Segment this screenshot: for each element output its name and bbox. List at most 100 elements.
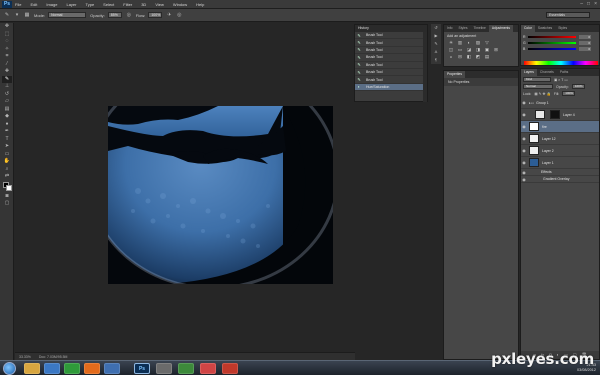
vibrance-icon[interactable]: ▽ [483, 40, 491, 46]
eye-icon[interactable]: ◉ [521, 100, 527, 105]
crop-tool-icon[interactable]: ⌗ [2, 53, 12, 61]
layer-filter-select[interactable]: Kind [523, 77, 551, 82]
red-value[interactable]: 0 [579, 35, 591, 39]
brush-size-dropdown-icon[interactable]: ▾ [14, 12, 20, 18]
history-item[interactable]: ✎ Brush Tool [355, 32, 427, 40]
selective-color-icon[interactable]: ▤ [483, 54, 491, 60]
layer-row[interactable]: ◉ Layer 2 [521, 145, 599, 157]
healing-tool-icon[interactable]: ✚ [2, 68, 12, 76]
blur-tool-icon[interactable]: ◆ [2, 113, 12, 121]
marquee-tool-icon[interactable]: ⬚ [2, 31, 12, 39]
lasso-tool-icon[interactable]: ◌ [2, 38, 12, 46]
brush-panel-icon[interactable]: ✎ [431, 40, 441, 48]
path-selection-tool-icon[interactable]: ➤ [2, 143, 12, 151]
history-panel-title[interactable]: History [355, 25, 427, 32]
actions-panel-icon[interactable]: ▶ [431, 32, 441, 40]
start-button[interactable] [3, 362, 16, 375]
eraser-tool-icon[interactable]: ▱ [2, 98, 12, 106]
history-item[interactable]: ✎ Brush Tool [355, 54, 427, 62]
layer-effect-row[interactable]: ◉ Gradient Overlay [521, 176, 599, 183]
menu-filter[interactable]: Filter [123, 2, 132, 7]
tab-channels[interactable]: Channels [537, 69, 557, 76]
lock-icons[interactable]: ▦ ✎ ✥ 🔒 [534, 92, 550, 96]
minimize-button[interactable]: – [580, 1, 583, 7]
color-swatches[interactable] [2, 181, 12, 193]
blend-mode-select[interactable]: Normal [523, 84, 553, 89]
close-button[interactable]: × [594, 1, 597, 7]
tab-color[interactable]: Color [521, 25, 535, 32]
taskbar-app-7[interactable] [178, 363, 194, 374]
tab-styles[interactable]: Styles [456, 25, 471, 32]
workspace-switcher[interactable]: Essentials [546, 12, 590, 18]
green-value[interactable]: 0 [579, 41, 591, 45]
dodge-tool-icon[interactable]: ● [2, 121, 12, 129]
blue-value[interactable]: 0 [579, 47, 591, 51]
eye-icon[interactable]: ◉ [521, 148, 527, 153]
layer-row[interactable]: ◉ Layer 4 [521, 109, 599, 121]
green-slider[interactable] [528, 42, 576, 44]
posterize-icon[interactable]: ⊟ [456, 54, 464, 60]
color-balance-icon[interactable]: ▭ [456, 47, 464, 53]
levels-icon[interactable]: ▥ [456, 40, 464, 46]
photo-filter-icon[interactable]: ◨ [474, 47, 482, 53]
pressure-size-icon[interactable]: ◎ [176, 12, 182, 18]
filter-icons[interactable]: ▣ ◐ T ▭ [554, 78, 568, 82]
hand-tool-icon[interactable]: ✋ [2, 158, 12, 166]
blue-slider[interactable] [528, 48, 576, 50]
invert-icon[interactable]: ◒ [447, 54, 455, 60]
menu-type[interactable]: Type [86, 2, 95, 7]
history-item-current[interactable]: ◐ Hue/Saturation [355, 83, 427, 92]
pressure-opacity-icon[interactable]: ◎ [126, 12, 132, 18]
paragraph-panel-icon[interactable]: ¶ [431, 56, 441, 64]
history-brush-tool-icon[interactable]: ↺ [2, 91, 12, 99]
shape-tool-icon[interactable]: ▭ [2, 151, 12, 159]
swap-colors-icon[interactable]: ⇄ [2, 173, 12, 181]
airbrush-icon[interactable]: ✈ [166, 12, 172, 18]
taskbar-app-photoshop[interactable]: Ps [134, 363, 150, 374]
clone-stamp-tool-icon[interactable]: ⊥ [2, 83, 12, 91]
flow-field[interactable]: 100% [148, 12, 163, 18]
screen-mode-icon[interactable]: ▢ [2, 200, 12, 208]
black-white-icon[interactable]: ◪ [465, 47, 473, 53]
background-color-swatch[interactable] [6, 184, 12, 191]
taskbar-app-ie[interactable] [44, 363, 60, 374]
layer-opacity-field[interactable]: 100% [571, 84, 585, 89]
menu-edit[interactable]: Edit [30, 2, 37, 7]
history-panel-icon[interactable]: ↺ [431, 24, 441, 32]
eye-icon[interactable]: ◉ [521, 177, 527, 182]
quick-mask-icon[interactable]: ◙ [2, 193, 12, 201]
tab-layers[interactable]: Layers [521, 69, 537, 76]
menu-select[interactable]: Select [103, 2, 114, 7]
tab-properties[interactable]: Properties [444, 71, 466, 78]
taskbar-app-explorer[interactable] [24, 363, 40, 374]
tab-color-styles[interactable]: Styles [555, 25, 570, 32]
brush-tool-icon[interactable]: ✎ [2, 75, 12, 83]
layer-row[interactable]: ◉ Layer 1 [521, 157, 599, 169]
curves-icon[interactable]: ◐ [465, 40, 473, 46]
move-tool-icon[interactable]: ✥ [2, 23, 12, 31]
eye-icon[interactable]: ◉ [521, 112, 527, 117]
opacity-field[interactable]: 85% [107, 12, 122, 18]
history-item[interactable]: ✎ Brush Tool [355, 69, 427, 77]
eye-icon[interactable]: ◉ [521, 124, 527, 129]
layer-row[interactable]: ◉ Layer 12 [521, 133, 599, 145]
eye-icon[interactable]: ◉ [521, 136, 527, 141]
tab-swatches[interactable]: Swatches [535, 25, 555, 32]
tab-adjustments[interactable]: Adjustments [488, 25, 513, 32]
menu-file[interactable]: File [15, 2, 21, 7]
history-item[interactable]: ✎ Brush Tool [355, 62, 427, 69]
layer-group-row[interactable]: ◉ ▸▭ Group 1 [521, 97, 599, 109]
taskbar-app-6[interactable] [156, 363, 172, 374]
taskbar-app-media[interactable] [104, 363, 120, 374]
threshold-icon[interactable]: ◧ [465, 54, 473, 60]
character-panel-icon[interactable]: A [431, 48, 441, 56]
document-canvas[interactable] [108, 106, 333, 284]
red-slider[interactable] [528, 36, 576, 38]
layer-effects-row[interactable]: ◉ Effects [521, 169, 599, 176]
tab-paths[interactable]: Paths [557, 69, 571, 76]
menu-image[interactable]: Image [46, 2, 57, 7]
menu-3d[interactable]: 3D [141, 2, 146, 7]
brush-preset-icon[interactable]: ✎ [4, 12, 10, 18]
maximize-button[interactable]: □ [587, 1, 590, 7]
history-item[interactable]: ✎ Brush Tool [355, 76, 427, 84]
